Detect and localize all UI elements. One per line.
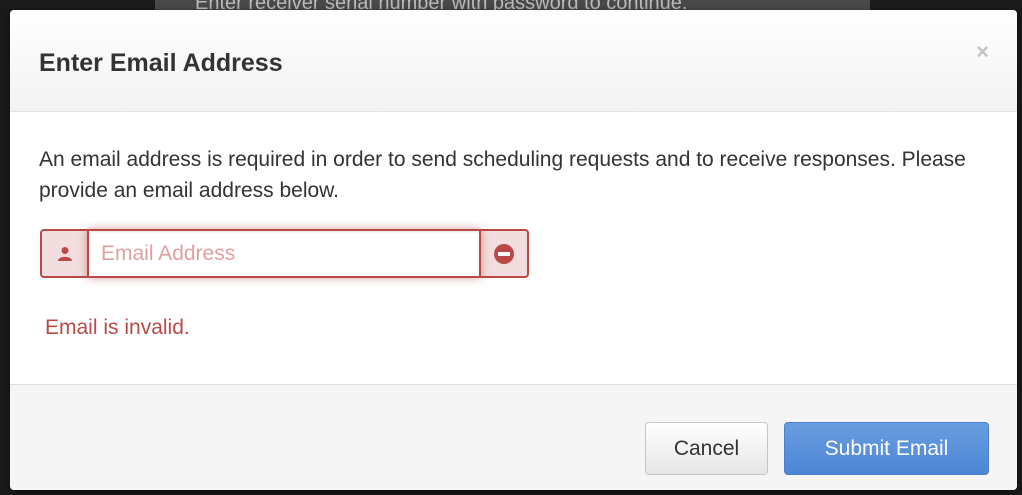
email-modal-dialog: Enter Email Address × An email address i… [10, 10, 1017, 490]
cancel-button[interactable]: Cancel [645, 422, 768, 475]
close-icon[interactable]: × [976, 41, 989, 63]
modal-body: An email address is required in order to… [10, 112, 1017, 384]
user-icon [40, 229, 87, 278]
email-field[interactable] [87, 229, 481, 278]
minus-circle-icon[interactable] [481, 229, 529, 278]
modal-header: Enter Email Address × [10, 10, 1017, 112]
modal-footer: Cancel Submit Email [10, 384, 1017, 490]
modal-description: An email address is required in order to… [39, 148, 966, 202]
email-input-group [40, 229, 529, 278]
background-page-text: Enter receiver serial number with passwo… [155, 0, 870, 10]
submit-email-button[interactable]: Submit Email [784, 422, 989, 475]
email-error-message: Email is invalid. [45, 316, 190, 339]
modal-title: Enter Email Address [39, 49, 283, 77]
